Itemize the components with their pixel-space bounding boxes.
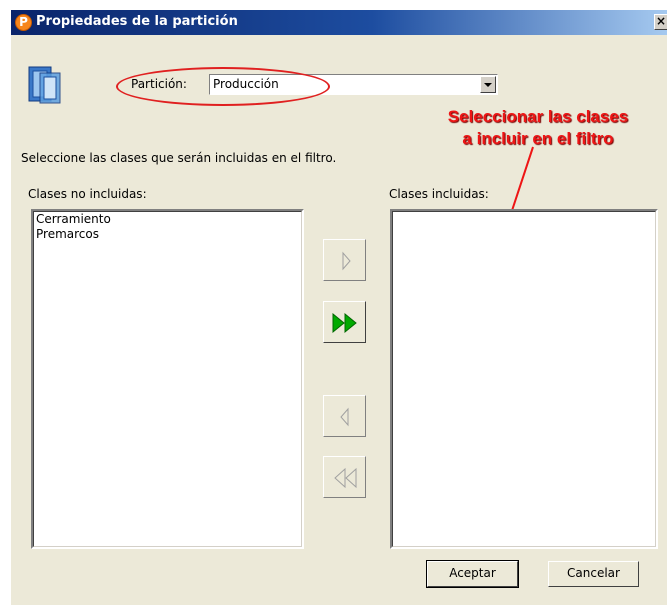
arrow-right-icon xyxy=(342,251,351,271)
excluded-list-label: Clases no incluidas: xyxy=(28,187,147,201)
arrow-left-icon xyxy=(340,407,349,427)
partition-select-value: Producción xyxy=(213,77,279,91)
partition-select[interactable]: Producción xyxy=(209,74,498,95)
included-classes-list[interactable] xyxy=(390,209,658,549)
partition-properties-dialog: P Propiedades de la partición × Partició… xyxy=(10,10,667,605)
partition-label: Partición: xyxy=(131,77,187,91)
list-item[interactable]: Premarcos xyxy=(34,227,301,242)
app-logo-icon: P xyxy=(15,14,32,31)
partition-icon xyxy=(28,66,61,104)
annotation-line-1: Seleccionar las clases xyxy=(447,107,629,126)
cancel-button[interactable]: Cancelar xyxy=(548,561,639,587)
add-selected-button[interactable] xyxy=(323,239,366,281)
remove-selected-button[interactable] xyxy=(323,395,366,437)
title-bar[interactable]: P Propiedades de la partición × xyxy=(11,10,667,35)
double-arrow-left-icon xyxy=(334,467,357,489)
close-button[interactable]: × xyxy=(654,14,667,30)
accept-button[interactable]: Aceptar xyxy=(426,560,519,588)
window-title: Propiedades de la partición xyxy=(36,14,238,29)
included-list-label: Clases incluidas: xyxy=(389,187,489,201)
annotation-text: Seleccionar las clases a incluir en el f… xyxy=(407,106,667,150)
add-all-button[interactable] xyxy=(323,301,366,343)
excluded-classes-list[interactable]: Cerramiento Premarcos xyxy=(31,209,304,549)
remove-all-button[interactable] xyxy=(323,456,366,498)
included-classes-items xyxy=(392,211,656,547)
excluded-classes-items: Cerramiento Premarcos xyxy=(33,211,302,547)
double-arrow-right-icon xyxy=(332,312,357,334)
list-item[interactable]: Cerramiento xyxy=(34,212,301,227)
chevron-down-icon[interactable] xyxy=(480,76,496,93)
instructions-text: Seleccione las clases que serán incluida… xyxy=(21,151,337,165)
